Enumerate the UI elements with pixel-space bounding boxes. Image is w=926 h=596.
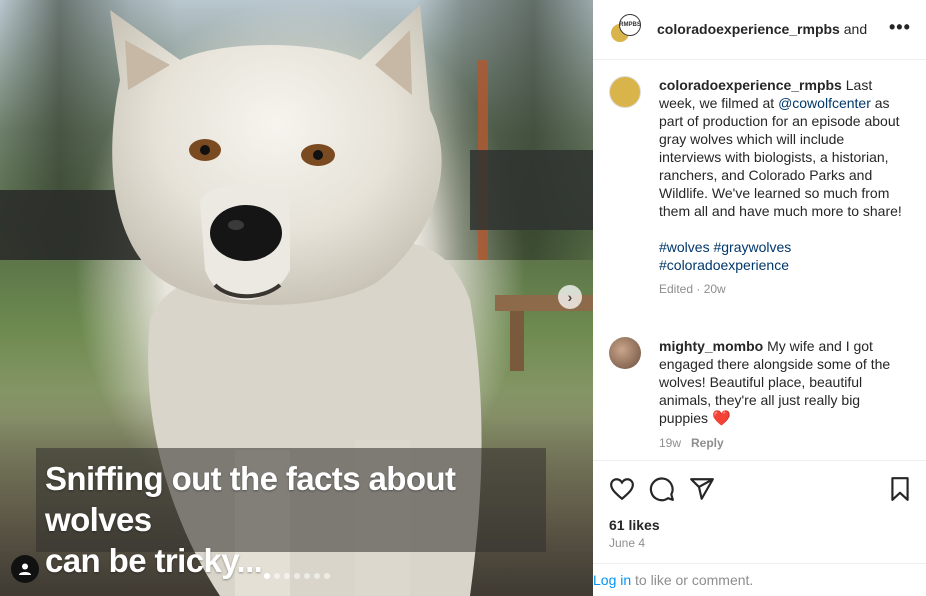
- carousel-dot[interactable]: [264, 573, 270, 579]
- caption-meta: Edited · 20w: [659, 282, 726, 296]
- carousel-dot[interactable]: [304, 573, 310, 579]
- share-icon[interactable]: [689, 476, 715, 502]
- avatar[interactable]: [609, 337, 641, 369]
- login-prompt-text: to like or comment.: [631, 572, 754, 588]
- tagged-users-button[interactable]: [11, 555, 39, 583]
- chevron-right-icon: ›: [567, 289, 573, 305]
- post-date: June 4: [609, 536, 646, 550]
- header-username-text[interactable]: coloradoexperience_rmpbs: [657, 21, 840, 37]
- caption-text: as part of production for an episode abo…: [659, 95, 902, 219]
- post-header: RMPBS coloradoexperience_rmpbs and •••: [593, 0, 926, 60]
- mention-link[interactable]: @cowolfcenter: [778, 95, 871, 111]
- hashtag-link[interactable]: #graywolves: [713, 239, 791, 255]
- carousel-dot[interactable]: [324, 573, 330, 579]
- header-and-text: and: [839, 21, 868, 37]
- comment-icon[interactable]: [649, 476, 675, 502]
- header-username[interactable]: coloradoexperience_rmpbs and: [657, 21, 877, 37]
- hashtag-list: #wolves #graywolves #coloradoexperience: [659, 238, 909, 274]
- hashtag-link[interactable]: #wolves: [659, 239, 710, 255]
- login-link[interactable]: Log in: [593, 572, 631, 588]
- like-count[interactable]: 61 likes: [609, 517, 660, 533]
- comment-meta: 19w Reply: [659, 434, 909, 452]
- post-side-panel: RMPBS coloradoexperience_rmpbs and ••• c…: [593, 0, 926, 596]
- login-bar: Log in to like or comment.: [593, 563, 926, 596]
- post-media[interactable]: Sniffing out the facts about wolves can …: [0, 0, 593, 596]
- bookmark-icon[interactable]: [887, 476, 913, 502]
- caption-body: coloradoexperience_rmpbs Last week, we f…: [659, 76, 909, 298]
- carousel-dot[interactable]: [314, 573, 320, 579]
- avatar-badge-text: RMPBS: [619, 22, 641, 28]
- heart-icon[interactable]: [609, 476, 635, 502]
- comment-age: 19w: [659, 436, 682, 450]
- caption-username[interactable]: coloradoexperience_rmpbs: [659, 77, 842, 93]
- collab-avatars[interactable]: RMPBS: [609, 14, 641, 46]
- carousel-dot[interactable]: [294, 573, 300, 579]
- reply-button[interactable]: Reply: [691, 436, 724, 450]
- more-options-button[interactable]: •••: [889, 17, 911, 38]
- media-caption: Sniffing out the facts about wolves can …: [45, 458, 565, 581]
- carousel-dots: [264, 573, 330, 579]
- carousel-dot[interactable]: [274, 573, 280, 579]
- heart-emoji-icon: ❤️: [711, 410, 731, 427]
- more-options-icon: •••: [889, 17, 911, 37]
- hashtag-link[interactable]: #coloradoexperience: [659, 257, 789, 273]
- user-icon: [19, 563, 31, 575]
- media-caption-line: Sniffing out the facts about wolves: [45, 460, 456, 538]
- carousel-next-button[interactable]: ›: [558, 285, 582, 309]
- avatar: RMPBS: [619, 14, 641, 36]
- action-bar: 61 likes June 4: [593, 460, 926, 563]
- carousel-dot[interactable]: [284, 573, 290, 579]
- avatar[interactable]: [609, 76, 641, 108]
- comment-body: mighty_mombo My wife and I got engaged t…: [659, 337, 909, 452]
- comment-username[interactable]: mighty_mombo: [659, 338, 763, 354]
